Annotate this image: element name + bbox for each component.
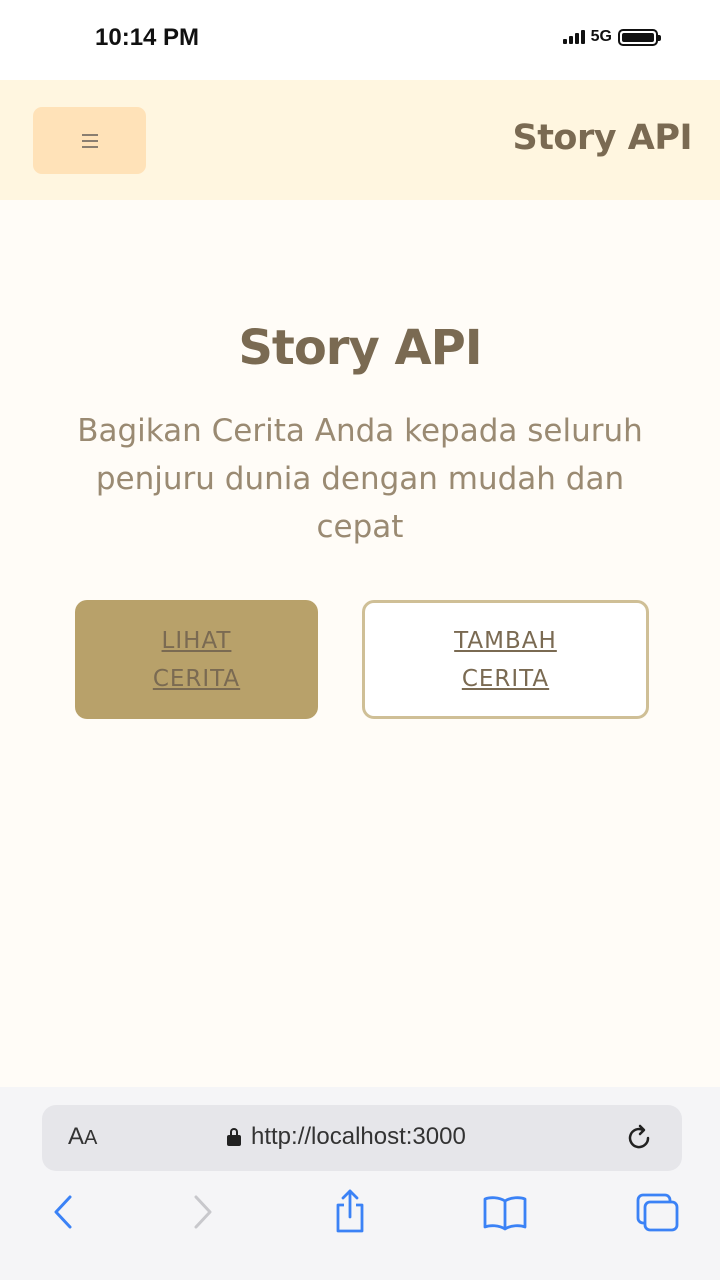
lock-icon	[227, 1128, 241, 1146]
status-indicators: 5G	[562, 28, 661, 46]
signal-icon	[562, 30, 585, 44]
address-bar[interactable]: AA http://localhost:3000	[42, 1105, 682, 1171]
aa-small-label: A	[84, 1127, 98, 1149]
menu-icon	[81, 133, 98, 148]
header-title: Story API	[512, 118, 692, 158]
network-label: 5G	[590, 28, 612, 45]
reload-icon[interactable]	[624, 1123, 654, 1157]
browser-toolbar: AA http://localhost:3000	[0, 1087, 720, 1280]
view-stories-label-line2: CERITA	[152, 665, 241, 692]
url-display: http://localhost:3000	[227, 1123, 466, 1151]
status-time: 10:14 PM	[95, 24, 200, 51]
text-size-button[interactable]: AA	[68, 1123, 97, 1151]
back-icon[interactable]	[48, 1187, 78, 1241]
tabs-icon[interactable]	[634, 1187, 682, 1241]
add-story-button[interactable]: TAMBAH CERITA	[362, 600, 649, 719]
view-stories-button[interactable]: LIHAT CERITA	[75, 600, 318, 719]
add-story-label-line1: TAMBAH	[454, 627, 557, 654]
status-bar: 10:14 PM 5G	[0, 0, 720, 80]
browser-nav-row	[0, 1187, 720, 1237]
forward-icon[interactable]	[188, 1187, 218, 1241]
battery-icon	[618, 28, 661, 46]
share-icon[interactable]	[330, 1187, 370, 1241]
bookmarks-icon[interactable]	[480, 1187, 530, 1241]
add-story-label-line2: CERITA	[461, 665, 550, 692]
hero-subtitle: Bagikan Cerita Anda kepada seluruh penju…	[77, 413, 643, 545]
menu-button[interactable]	[33, 107, 146, 174]
hero-title: Story API	[238, 320, 482, 376]
view-stories-label-line1: LIHAT	[161, 627, 232, 654]
aa-large-label: A	[68, 1123, 85, 1150]
app-header: Story API	[0, 80, 720, 200]
url-text: http://localhost:3000	[251, 1123, 466, 1150]
